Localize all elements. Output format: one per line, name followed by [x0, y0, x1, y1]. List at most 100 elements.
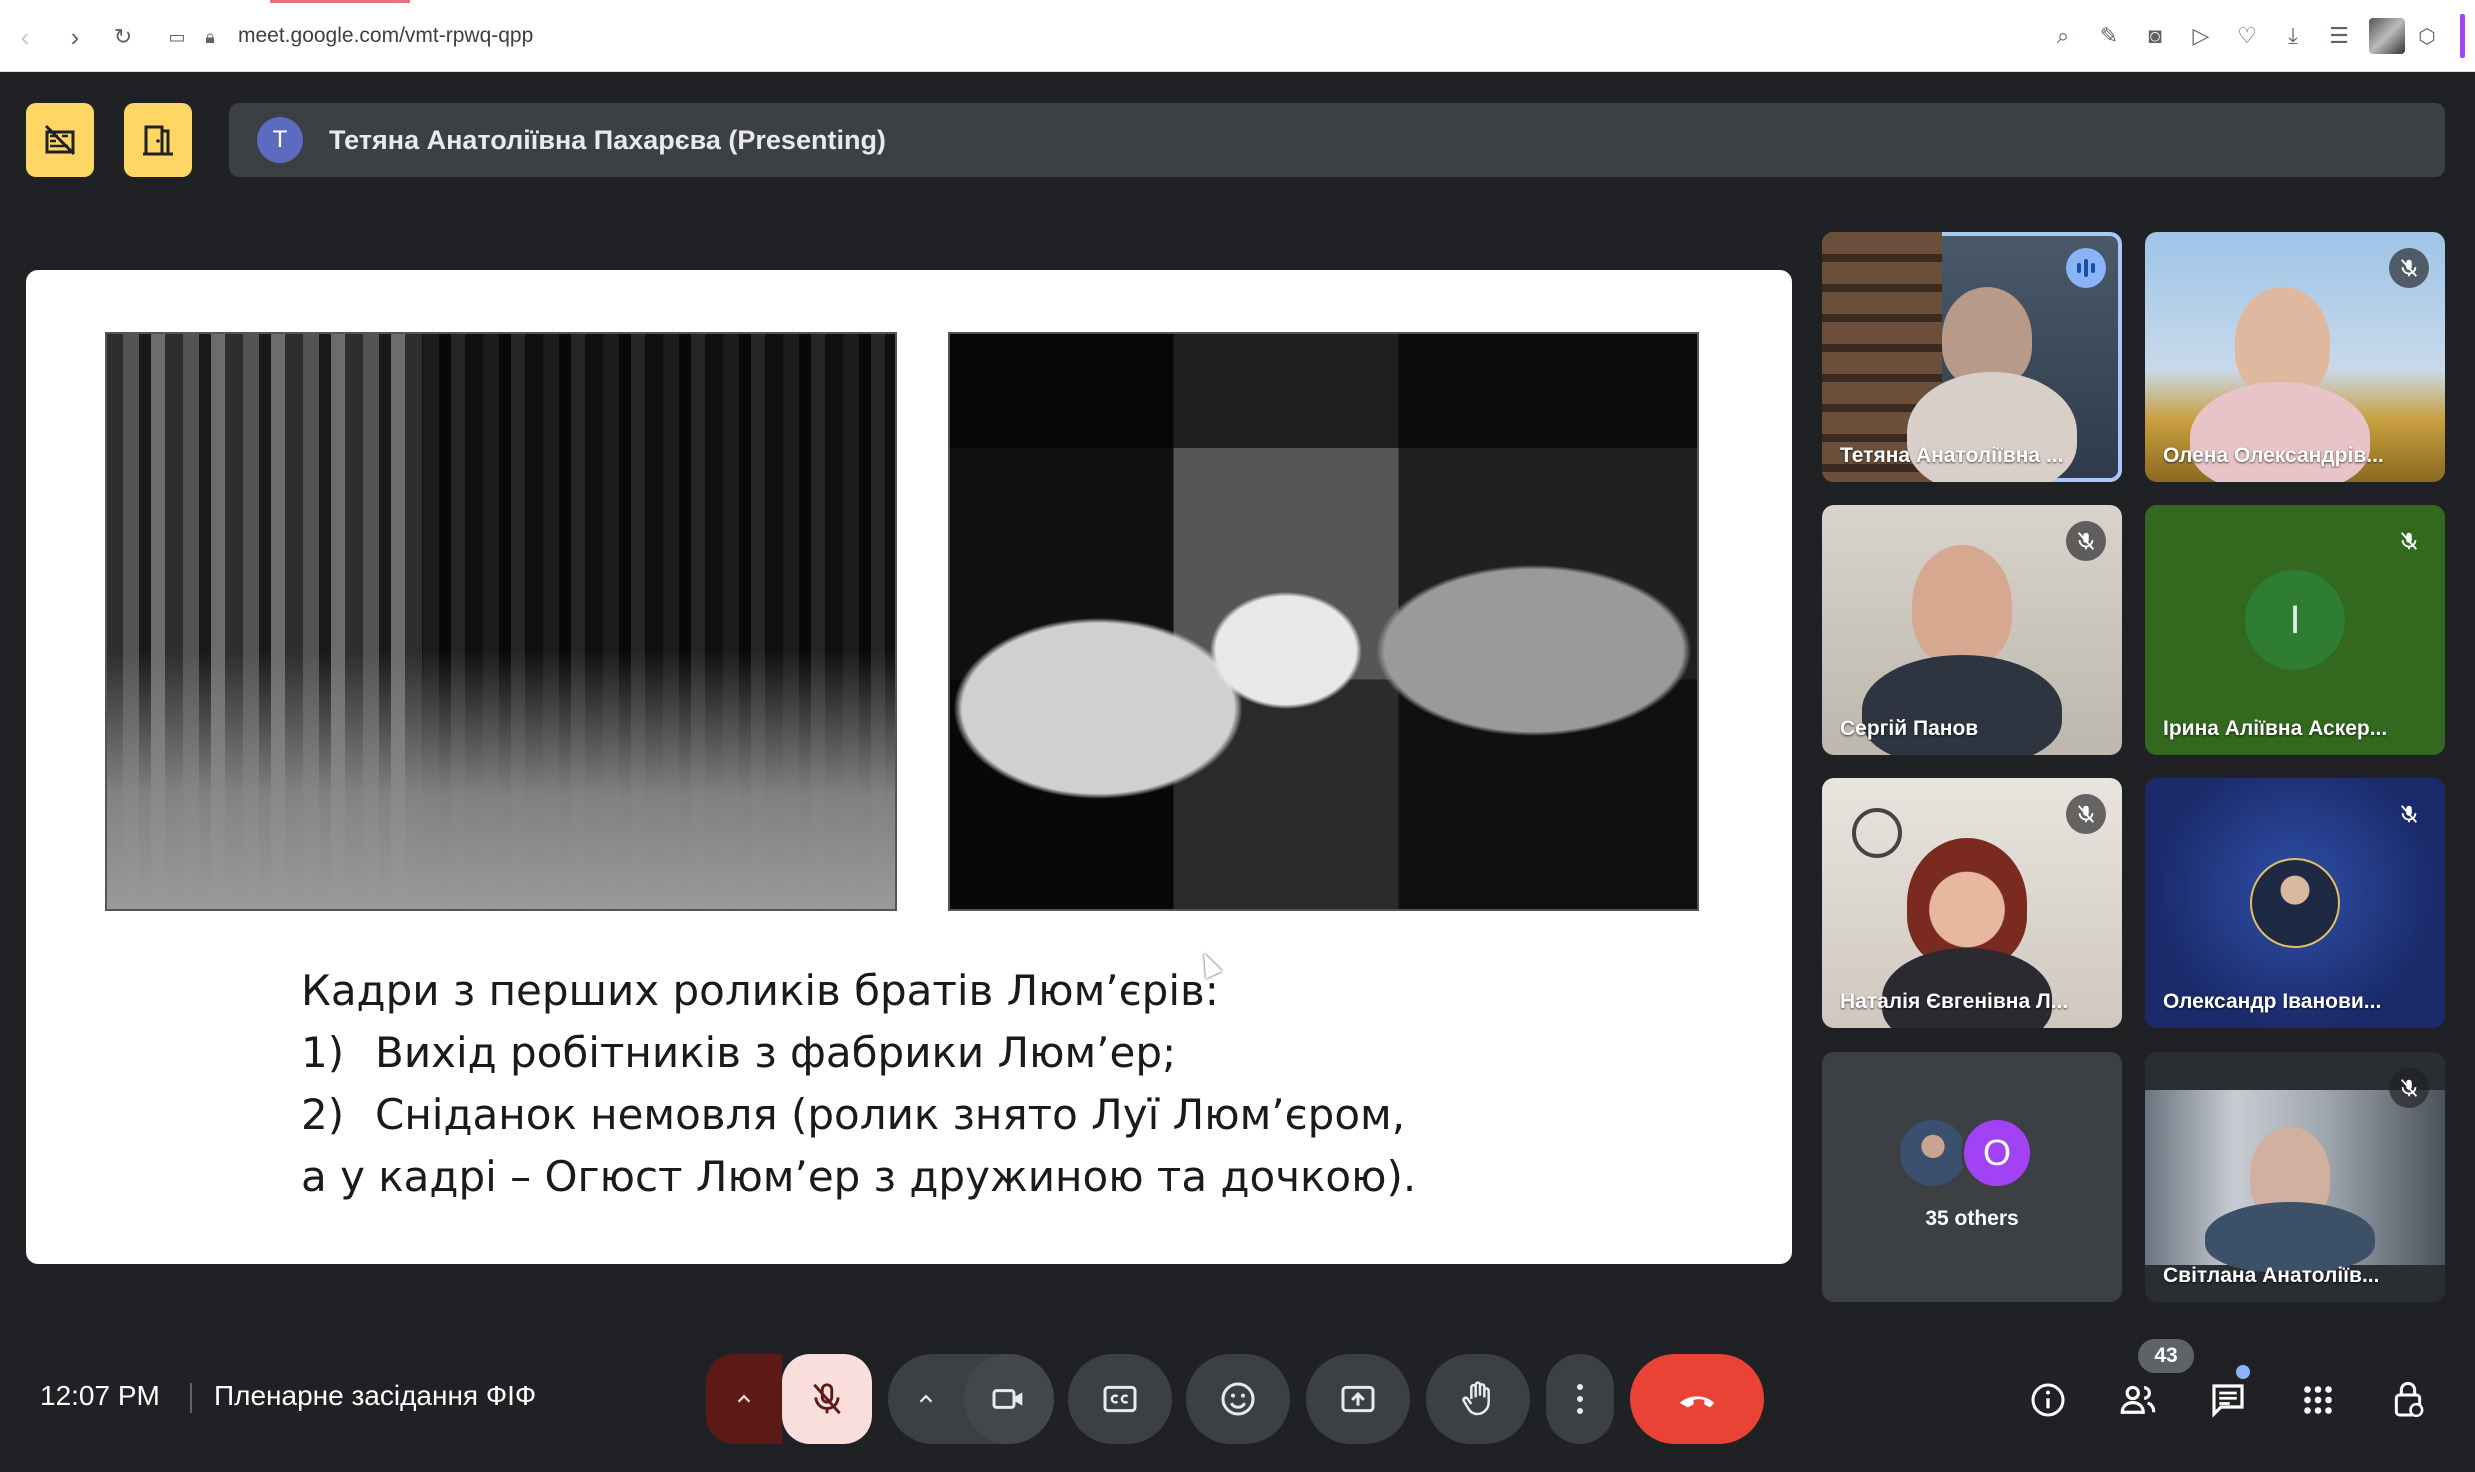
- address-bar[interactable]: meet.google.com/vmt-rpwq-qpp: [238, 24, 533, 48]
- participant-name: Світлана Анатоліїв...: [2163, 1264, 2380, 1287]
- people-icon: [2120, 1385, 2156, 1414]
- raise-hand-icon: [1462, 1381, 1490, 1416]
- avatar: І: [2245, 570, 2345, 670]
- mic-off-icon: [2389, 521, 2429, 561]
- participant-name: Наталія Євгенівна Л...: [1840, 990, 2069, 1013]
- slide-list-number: 2): [301, 1090, 345, 1139]
- participant-tile[interactable]: І Ірина Аліївна Аскер...: [2145, 505, 2445, 755]
- avatar: [1897, 1117, 1969, 1189]
- more-vert-icon: [1577, 1384, 1583, 1414]
- others-count-label: 35 others: [1925, 1207, 2019, 1230]
- audio-options-button[interactable]: [706, 1354, 782, 1444]
- participant-body: [1882, 948, 2052, 1028]
- captions-button[interactable]: [1068, 1354, 1172, 1444]
- search-icon[interactable]: ⌕: [2047, 19, 2079, 53]
- camera-toggle-button[interactable]: [964, 1354, 1054, 1444]
- slide-line: Сніданок немовля (ролик знято Луї Люм’єр…: [375, 1090, 1406, 1139]
- door-button[interactable]: [124, 103, 192, 177]
- loading-indicator: [270, 0, 410, 3]
- present-button[interactable]: [1306, 1354, 1410, 1444]
- site-info-icon[interactable]: ▭: [160, 20, 194, 54]
- slide-list-number: 1): [301, 1028, 345, 1077]
- video-options-button[interactable]: [888, 1354, 964, 1444]
- participant-tile[interactable]: Світлана Анатоліїв...: [2145, 1052, 2445, 1302]
- more-options-button[interactable]: [1546, 1354, 1614, 1444]
- participant-tile[interactable]: Наталія Євгенівна Л...: [1822, 778, 2122, 1028]
- mic-off-icon: [2389, 794, 2429, 834]
- host-controls-icon: [2394, 1381, 2424, 1418]
- participant-name: Тетяна Анатоліївна ...: [1840, 444, 2064, 467]
- speaking-indicator-icon: [2066, 248, 2106, 288]
- participant-tile[interactable]: Тетяна Анатоліївна ...: [1822, 232, 2122, 482]
- heart-icon[interactable]: ♡: [2231, 19, 2263, 53]
- send-icon[interactable]: ▷: [2185, 19, 2217, 53]
- participant-tile[interactable]: Олександр Іванови...: [2145, 778, 2445, 1028]
- people-count-badge: 43: [2138, 1339, 2194, 1373]
- participant-name: Сергій Панов: [1840, 717, 1979, 740]
- participant-tile[interactable]: Сергій Панов: [1822, 505, 2122, 755]
- reactions-button[interactable]: [1186, 1354, 1290, 1444]
- mic-off-icon: [813, 1383, 841, 1415]
- slide-photo-baby-breakfast: [948, 332, 1699, 911]
- presenter-banner: T Тетяна Анатоліївна Пахарєва (Presentin…: [229, 103, 2445, 177]
- leave-call-button[interactable]: [1630, 1354, 1764, 1444]
- door-icon: [143, 125, 173, 156]
- slide-photo-factory-exit: [105, 332, 897, 911]
- mic-off-icon: [2389, 248, 2429, 288]
- chat-icon: [2212, 1384, 2244, 1418]
- chat-notification-dot: [2236, 1365, 2250, 1379]
- cube-icon[interactable]: ⬡: [2410, 20, 2444, 54]
- extension-toolbar: ⌕ ✎ ◙ ▷ ♡ ⤓ ☰: [2047, 18, 2405, 54]
- participant-tile[interactable]: Олена Олександрів...: [2145, 232, 2445, 482]
- mic-toggle-button[interactable]: [782, 1354, 872, 1444]
- slide-line: Вихід робітників з фабрики Люм’ер;: [375, 1028, 1177, 1077]
- emoji-icon: [1221, 1382, 1255, 1416]
- participant-name: Ірина Аліївна Аскер...: [2163, 717, 2388, 740]
- activities-button[interactable]: [2296, 1378, 2340, 1422]
- participant-name: Олександр Іванови...: [2163, 990, 2382, 1013]
- participant-video: [2235, 287, 2330, 397]
- slide-text: Кадри з перших роликів братів Люм’єрів: …: [301, 960, 1416, 1208]
- chevron-up-icon: [737, 1394, 751, 1403]
- lock-icon[interactable]: 🔒︎: [193, 20, 227, 54]
- chevron-up-icon: [919, 1394, 933, 1403]
- meeting-title: Пленарне засідання ФІФ: [214, 1380, 537, 1411]
- apps-icon: [2304, 1386, 2332, 1414]
- present-icon: [1341, 1385, 1375, 1413]
- raise-hand-button[interactable]: [1426, 1354, 1530, 1444]
- menu-icon[interactable]: ☰: [2323, 19, 2355, 53]
- camera-control-group: [888, 1354, 1054, 1444]
- browser-toolbar: ‹ › ↻ ▭ 🔒︎ meet.google.com/vmt-rpwq-qpp …: [0, 0, 2475, 72]
- people-button[interactable]: [2116, 1378, 2160, 1422]
- wall-clock: [1852, 808, 1902, 858]
- divider: [190, 1383, 192, 1413]
- download-icon[interactable]: ⤓: [2277, 19, 2309, 53]
- clock: 12:07 PM: [40, 1380, 160, 1411]
- meeting-info-button[interactable]: [2026, 1378, 2070, 1422]
- video-icon: [992, 1389, 1023, 1409]
- arrow-left-icon[interactable]: ‹: [8, 20, 42, 54]
- slide-line: Кадри з перших роликів братів Люм’єрів:: [301, 966, 1219, 1015]
- chat-button[interactable]: [2206, 1378, 2250, 1422]
- participant-video: [1912, 545, 2012, 665]
- presentation-slide: Кадри з перших роликів братів Люм’єрів: …: [26, 270, 1792, 1264]
- mic-off-icon: [2066, 794, 2106, 834]
- info-icon: [2031, 1383, 2065, 1417]
- camera-icon[interactable]: ◙: [2139, 19, 2171, 53]
- slide-line: а у кадрі – Огюст Люм’ер з дружиною та д…: [301, 1152, 1417, 1201]
- avatar: T: [257, 117, 303, 163]
- reload-icon[interactable]: ↻: [106, 20, 140, 54]
- avatar: [2250, 858, 2340, 948]
- host-controls-button[interactable]: [2386, 1378, 2430, 1422]
- participant-body: [2205, 1202, 2375, 1272]
- mic-off-icon: [2389, 1068, 2429, 1108]
- others-tile[interactable]: O 35 others: [1822, 1052, 2122, 1302]
- avatar[interactable]: [2369, 18, 2405, 54]
- camera-off-button[interactable]: [26, 103, 94, 177]
- others-avatars: O: [1897, 1117, 2033, 1189]
- captions-icon: [1103, 1385, 1137, 1413]
- arrow-right-icon[interactable]: ›: [58, 20, 92, 54]
- edit-icon[interactable]: ✎: [2093, 19, 2125, 53]
- avatar: O: [1961, 1117, 2033, 1189]
- presenter-label: Тетяна Анатоліївна Пахарєва (Presenting): [329, 124, 886, 155]
